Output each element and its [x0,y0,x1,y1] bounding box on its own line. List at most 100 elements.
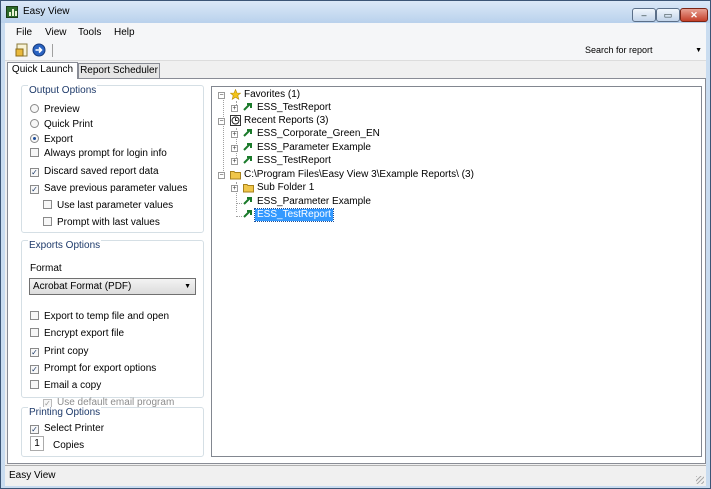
tree-node-recent-report-3[interactable]: + ESS_TestReport [231,155,451,167]
close-button[interactable]: ✕ [680,8,708,22]
checkbox-box[interactable]: ✓ [30,425,39,434]
tab-report-scheduler[interactable]: Report Scheduler [78,63,160,78]
menu-bar: File View Tools Help [5,23,706,41]
always-prompt-login-label: Always prompt for login info [44,148,167,159]
recent-clock-icon [230,115,241,126]
status-bar: Easy View [5,465,706,486]
report-tree[interactable]: − Favorites (1) + ESS_TestReport − Recen… [211,86,702,457]
report-arrow-icon [243,143,252,151]
tree-node-fav-report[interactable]: + ESS_TestReport [231,102,431,114]
expand-icon[interactable]: + [231,105,238,112]
report-arrow-icon [243,197,252,205]
format-label: Format [30,263,62,274]
checkbox-box[interactable] [30,311,39,320]
quick-print-label: Quick Print [44,119,93,130]
status-text: Easy View [9,470,56,481]
checkbox-box[interactable]: ✓ [30,168,39,177]
window-title: Easy View [23,6,70,17]
email-copy-checkbox[interactable]: Email a copy [30,380,101,392]
export-label: Export [44,134,73,145]
checkbox-box[interactable] [43,200,52,209]
quick-print-radio[interactable]: Quick Print [30,119,93,131]
chevron-down-icon[interactable]: ▼ [695,43,702,58]
tree-node-favorites[interactable]: − Favorites (1) [218,89,418,101]
search-report-combo[interactable]: Search for report ▼ [585,43,705,58]
printing-options-title: Printing Options [28,407,102,418]
report-arrow-icon [243,156,252,164]
save-previous-params-checkbox[interactable]: ✓ Save previous parameter values [30,183,187,195]
tree-node-recent-report-1[interactable]: + ESS_Corporate_Green_EN [231,128,451,140]
collapse-icon[interactable]: − [218,172,225,179]
encrypt-export-checkbox[interactable]: Encrypt export file [30,328,124,340]
export-temp-open-label: Export to temp file and open [44,311,170,322]
export-temp-open-checkbox[interactable]: Export to temp file and open [30,311,169,323]
checkbox-box[interactable] [30,148,39,157]
checkbox-box[interactable]: ✓ [30,365,39,374]
expand-icon[interactable]: + [231,145,238,152]
open-report-icon[interactable] [15,43,29,57]
collapse-icon[interactable]: − [218,92,225,99]
subfolder-label: Sub Folder 1 [257,182,315,193]
checkbox-box[interactable]: ✓ [30,348,39,357]
go-forward-icon[interactable] [32,43,46,57]
expand-icon[interactable]: + [231,131,238,138]
preview-radio-button[interactable] [30,104,39,113]
output-options-group: Output Options Preview Quick Print Expor… [21,85,204,233]
discard-saved-data-label: Discard saved report data [44,166,159,177]
prompt-export-options-checkbox[interactable]: ✓ Prompt for export options [30,363,156,375]
collapse-icon[interactable]: − [218,118,225,125]
report-label: ESS_Corporate_Green_EN [257,128,380,139]
expand-icon[interactable]: + [231,185,238,192]
search-report-placeholder: Search for report [585,45,653,55]
prompt-export-options-label: Prompt for export options [44,363,157,374]
tree-node-subfolder[interactable]: + Sub Folder 1 [231,182,431,194]
maximize-button[interactable]: ▭ [656,8,680,22]
checkbox-box[interactable]: ✓ [30,185,39,194]
encrypt-export-label: Encrypt export file [44,328,125,339]
menu-file[interactable]: File [16,27,32,38]
always-prompt-login-checkbox[interactable]: Always prompt for login info [30,148,167,160]
select-printer-checkbox[interactable]: ✓ Select Printer [30,423,104,435]
minimize-button[interactable]: – [632,8,656,22]
export-radio[interactable]: Export [30,134,73,146]
print-copy-label: Print copy [44,346,89,357]
format-select[interactable]: Acrobat Format (PDF) ▼ [29,278,196,295]
preview-radio[interactable]: Preview [30,104,80,116]
resize-grip-icon[interactable] [696,476,704,484]
prompt-last-values-checkbox[interactable]: Prompt with last values [43,217,160,229]
selected-report-label[interactable]: ESS_TestReport [254,208,334,222]
copies-input[interactable]: 1 [30,436,44,451]
report-label: ESS_TestReport [257,155,331,166]
app-window: Easy View – ▭ ✕ File View Tools Help Sea… [0,0,711,489]
title-bar[interactable]: Easy View – ▭ ✕ [1,1,710,23]
exports-options-title: Exports Options [28,240,102,251]
checkbox-box[interactable] [43,217,52,226]
favorites-label: Favorites (1) [244,89,301,100]
use-last-params-checkbox[interactable]: Use last parameter values [43,200,173,212]
print-copy-checkbox[interactable]: ✓ Print copy [30,346,88,358]
client-area: File View Tools Help Search for report ▼… [5,23,706,486]
tree-node-folder-report-1[interactable]: ESS_Parameter Example [231,196,451,208]
format-select-value: Acrobat Format (PDF) [33,281,132,292]
expand-icon[interactable]: + [231,158,238,165]
chevron-down-icon[interactable]: ▼ [184,279,191,294]
export-radio-button[interactable] [30,134,39,143]
discard-saved-data-checkbox[interactable]: ✓ Discard saved report data [30,166,159,178]
quick-print-radio-button[interactable] [30,119,39,128]
checkbox-box[interactable] [30,328,39,337]
menu-tools[interactable]: Tools [78,27,101,38]
printing-options-group: Printing Options ✓ Select Printer 1 Copie… [21,407,204,457]
menu-help[interactable]: Help [114,27,135,38]
report-label: ESS_Parameter Example [257,196,371,207]
tree-node-recent-report-2[interactable]: + ESS_Parameter Example [231,142,451,154]
star-icon [230,89,241,100]
tab-quick-launch[interactable]: Quick Launch [7,62,78,79]
report-arrow-icon [243,103,252,111]
app-icon [6,6,18,18]
menu-view[interactable]: View [45,27,67,38]
example-folder-label: C:\Program Files\Easy View 3\Example Rep… [244,169,474,180]
checkbox-box[interactable] [30,380,39,389]
tree-node-recent-reports[interactable]: − Recent Reports (3) [218,115,418,127]
tree-node-example-folder[interactable]: − C:\Program Files\Easy View 3\Example R… [218,169,518,181]
tree-node-folder-report-2[interactable]: ESS_TestReport [231,208,451,222]
